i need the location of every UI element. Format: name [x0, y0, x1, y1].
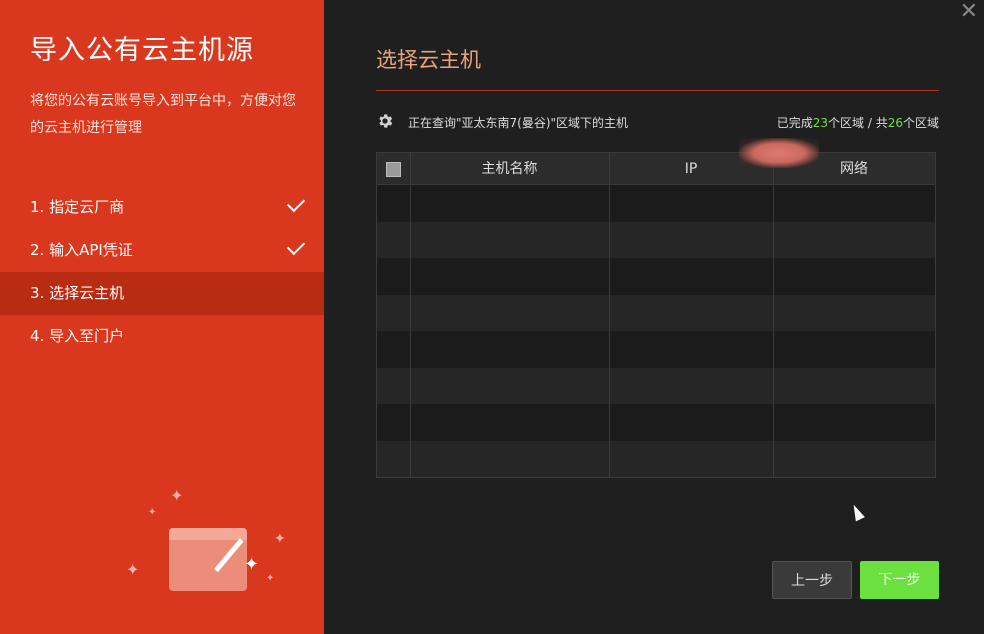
query-status: 正在查询"亚太东南7(曼谷)"区域下的主机 已完成23个区域 / 共26个区域 [376, 112, 939, 132]
star-icon: ✦ [244, 554, 260, 575]
status-text: 正在查询"亚太东南7(曼谷)"区域下的主机 [408, 116, 629, 130]
column-divider [773, 153, 774, 477]
table-row [377, 294, 935, 331]
host-table: 主机名称 IP 网络 [376, 152, 936, 478]
progress-middle: 个区域 / 共 [828, 116, 888, 130]
main-panel: ✕ 选择云主机 正在查询"亚太东南7(曼谷)"区域下的主机 已完成23个区域 /… [324, 0, 984, 634]
step-label: 2. 输入API凭证 [30, 241, 133, 259]
region-progress: 已完成23个区域 / 共26个区域 [777, 114, 939, 131]
column-divider [410, 153, 411, 477]
select-all-checkbox[interactable] [386, 162, 401, 177]
title-divider [376, 90, 939, 91]
progress-done-count: 23 [812, 116, 829, 130]
page-title: 选择云主机 [376, 48, 481, 72]
checkmark-icon [286, 236, 306, 256]
sparkle-icon: ✦ [170, 486, 184, 505]
previous-step-button[interactable]: 上一步 [772, 561, 852, 599]
progress-prefix: 已完成 [776, 116, 813, 130]
sidebar-title: 导入公有云主机源 [30, 35, 254, 66]
step-item-3: 3. 选择云主机 [0, 272, 324, 315]
next-step-button[interactable]: 下一步 [860, 561, 939, 599]
step-label: 4. 导入至门户 [30, 327, 125, 345]
table-body [377, 185, 935, 477]
table-header: 主机名称 IP 网络 [377, 153, 935, 185]
step-label: 3. 选择云主机 [30, 284, 125, 302]
sparkle-icon: ✦ [148, 507, 157, 518]
table-row [377, 258, 935, 295]
mouse-cursor-icon [849, 502, 865, 522]
column-divider [609, 153, 610, 477]
gear-icon [379, 114, 393, 128]
progress-suffix: 个区域 [902, 116, 939, 130]
step-item-1: 1. 指定云厂商 [0, 186, 324, 229]
step-list: 1. 指定云厂商 2. 输入API凭证 3. 选择云主机 4. 导入至门户 [0, 186, 324, 358]
redacted-blur [739, 138, 819, 168]
close-icon[interactable]: ✕ [960, 0, 978, 24]
table-row [377, 440, 935, 477]
progress-total-count: 26 [887, 116, 903, 130]
column-header-host-name[interactable]: 主机名称 [410, 153, 609, 185]
step-item-2: 2. 输入API凭证 [0, 229, 324, 272]
magic-wand-illustration: ✦ ✦ ✦ ✦ ✦ ✦ [124, 486, 294, 610]
sidebar-description: 将您的公有云账号导入到平台中，方便对您的云主机进行管理 [30, 93, 296, 136]
step-label: 1. 指定云厂商 [30, 198, 125, 216]
table-row [377, 221, 935, 258]
sidebar: 导入公有云主机源 将您的公有云账号导入到平台中，方便对您的云主机进行管理 1. … [0, 0, 324, 634]
sparkle-icon: ✦ [274, 531, 286, 547]
sparkle-icon: ✦ [266, 573, 275, 584]
checkmark-icon [286, 193, 306, 213]
table-row [377, 367, 935, 404]
table-row [377, 185, 935, 222]
table-row [377, 404, 935, 441]
table-row [377, 331, 935, 368]
sparkle-icon: ✦ [126, 560, 140, 579]
step-item-4: 4. 导入至门户 [0, 315, 324, 358]
window-card-header [169, 528, 247, 540]
